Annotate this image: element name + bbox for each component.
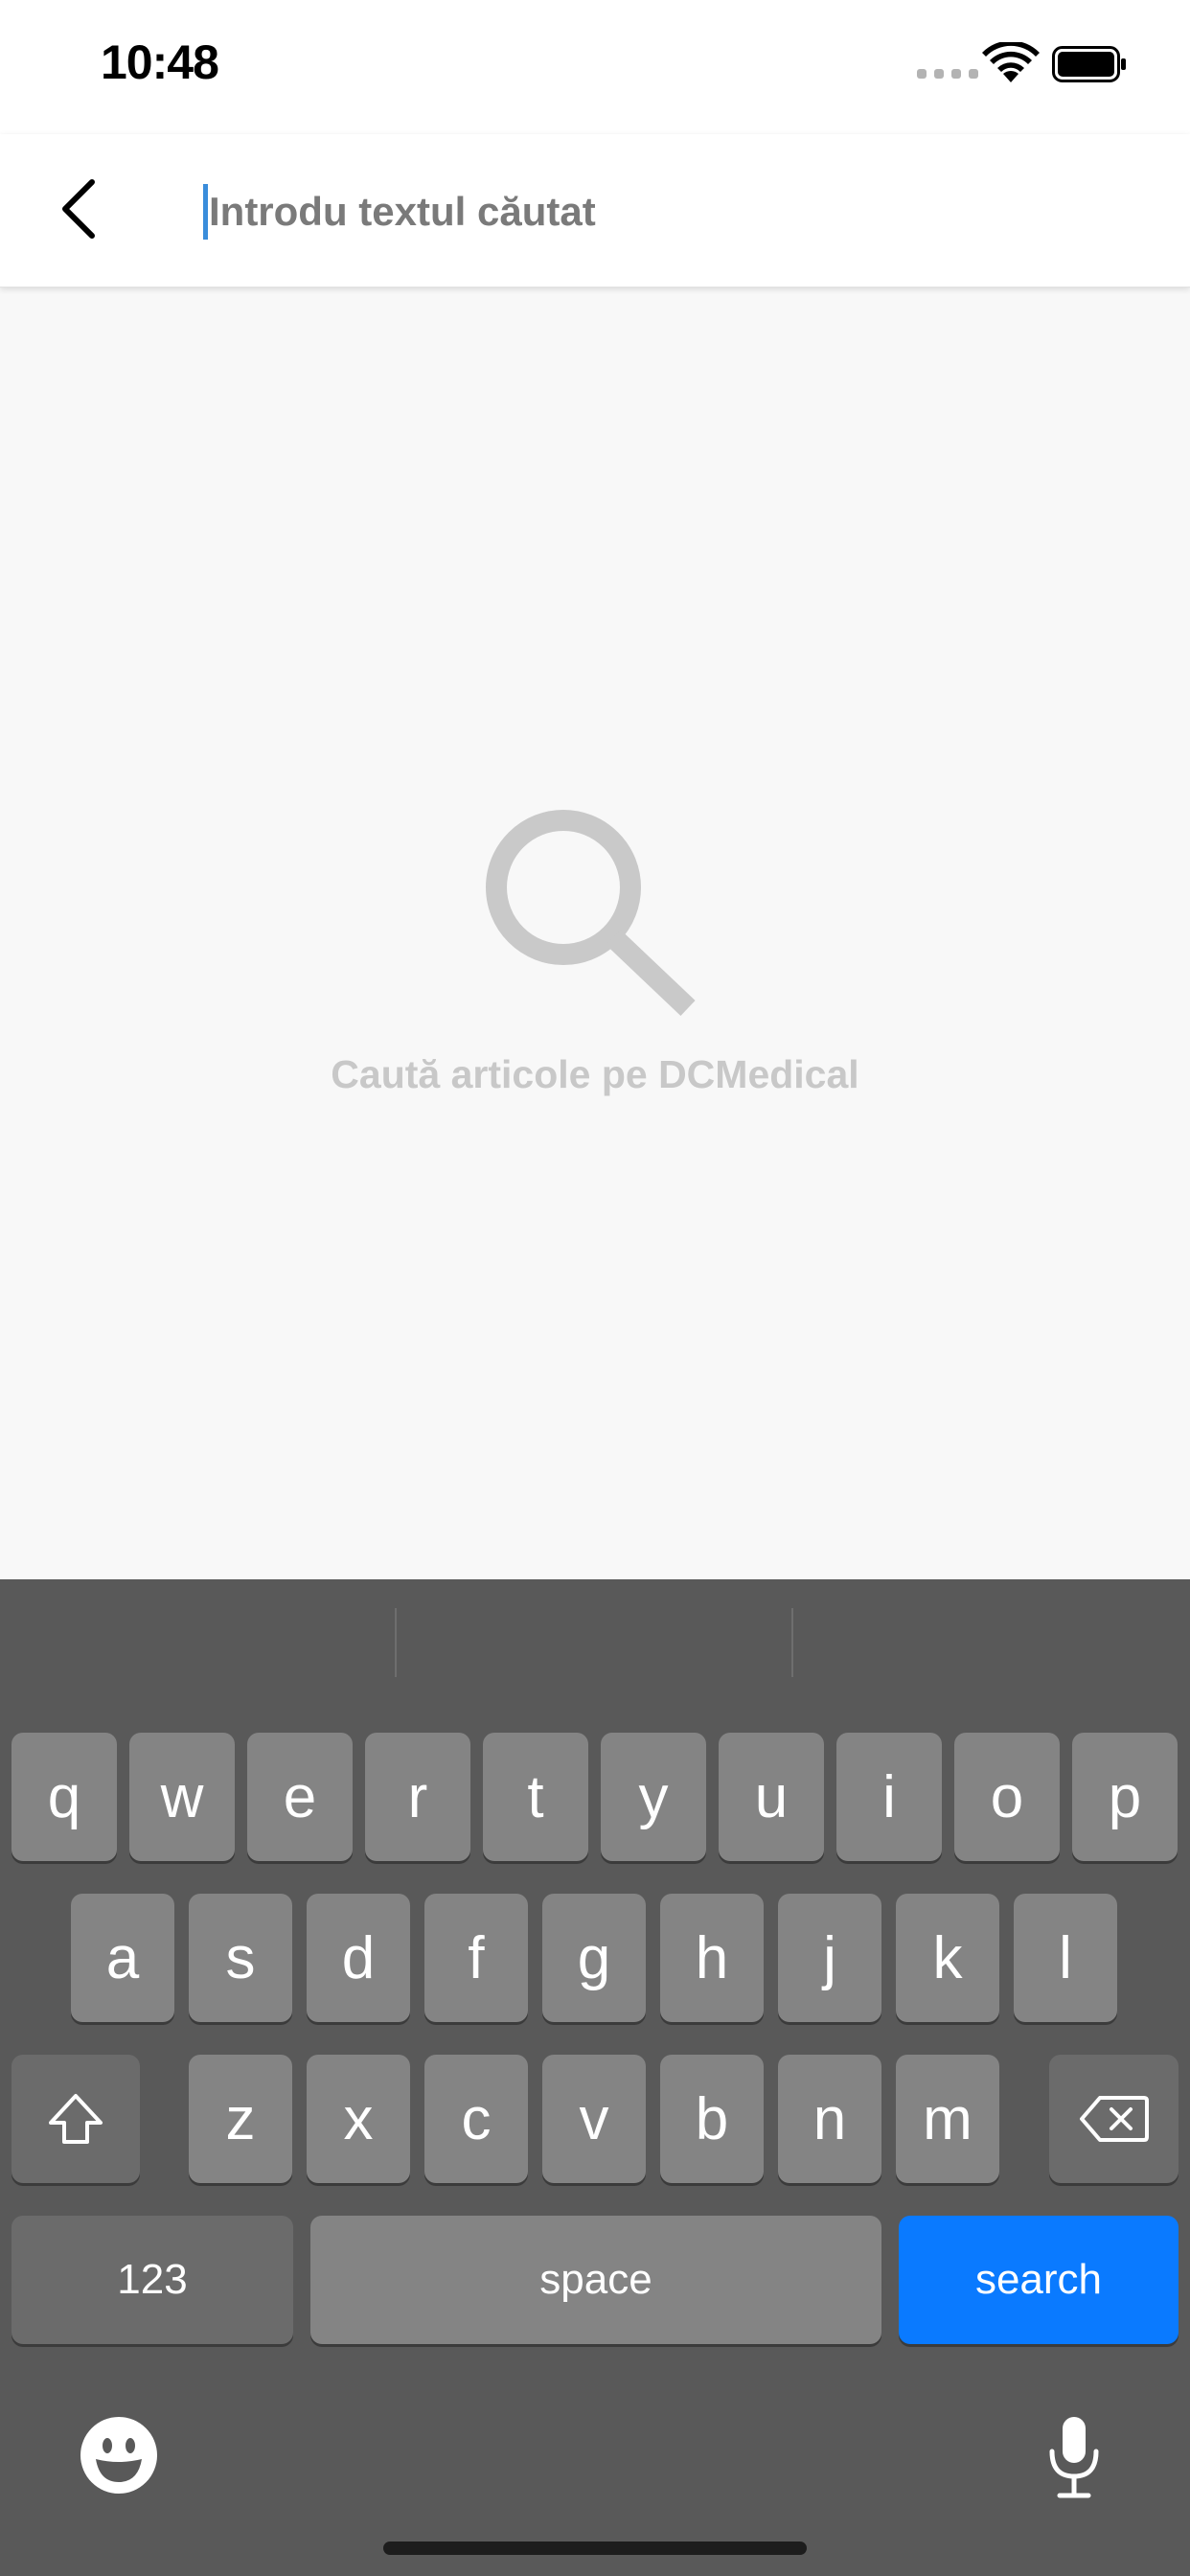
key-g[interactable]: g xyxy=(542,1894,646,2022)
key-n[interactable]: n xyxy=(778,2055,881,2183)
key-p[interactable]: p xyxy=(1072,1733,1178,1861)
delete-key[interactable] xyxy=(1049,2055,1179,2183)
microphone-icon[interactable] xyxy=(1044,2413,1104,2501)
search-header xyxy=(0,134,1190,288)
back-arrow-icon[interactable] xyxy=(48,171,115,247)
key-c[interactable]: c xyxy=(424,2055,528,2183)
search-input[interactable] xyxy=(209,176,1129,247)
key-m[interactable]: m xyxy=(896,2055,999,2183)
shift-key[interactable] xyxy=(11,2055,140,2183)
emoji-icon[interactable] xyxy=(79,2415,159,2496)
key-t[interactable]: t xyxy=(483,1733,588,1861)
key-h[interactable]: h xyxy=(660,1894,764,2022)
key-i[interactable]: i xyxy=(836,1733,942,1861)
key-z[interactable]: z xyxy=(189,2055,292,2183)
status-time: 10:48 xyxy=(101,35,219,89)
key-a[interactable]: a xyxy=(71,1894,174,2022)
keyboard: q w e r t y u i o p a s d f g h j k l z … xyxy=(0,1579,1190,2576)
backspace-icon xyxy=(1079,2096,1149,2142)
suggestion-divider xyxy=(395,1608,397,1677)
shift-icon xyxy=(49,2094,103,2144)
key-e[interactable]: e xyxy=(247,1733,353,1861)
key-b[interactable]: b xyxy=(660,2055,764,2183)
search-icon xyxy=(486,810,696,1016)
key-d[interactable]: d xyxy=(307,1894,410,2022)
suggestion-divider xyxy=(791,1608,793,1677)
key-w[interactable]: w xyxy=(129,1733,235,1861)
key-r[interactable]: r xyxy=(365,1733,470,1861)
battery-icon xyxy=(1052,46,1126,82)
key-v[interactable]: v xyxy=(542,2055,646,2183)
wifi-icon xyxy=(982,42,1040,82)
key-o[interactable]: o xyxy=(954,1733,1060,1861)
status-bar: 10:48 xyxy=(0,0,1190,134)
key-y[interactable]: y xyxy=(601,1733,706,1861)
space-key[interactable]: space xyxy=(310,2216,881,2344)
search-key[interactable]: search xyxy=(899,2216,1179,2344)
key-q[interactable]: q xyxy=(11,1733,117,1861)
cellular-signal-icon xyxy=(917,69,978,79)
key-f[interactable]: f xyxy=(424,1894,528,2022)
key-j[interactable]: j xyxy=(778,1894,881,2022)
key-s[interactable]: s xyxy=(189,1894,292,2022)
key-x[interactable]: x xyxy=(307,2055,410,2183)
key-u[interactable]: u xyxy=(719,1733,824,1861)
empty-state-label: Caută articole pe DCMedical xyxy=(331,1052,859,1096)
text-cursor xyxy=(203,184,208,240)
home-indicator xyxy=(383,2542,807,2555)
numbers-key[interactable]: 123 xyxy=(11,2216,293,2344)
key-l[interactable]: l xyxy=(1014,1894,1117,2022)
key-k[interactable]: k xyxy=(896,1894,999,2022)
